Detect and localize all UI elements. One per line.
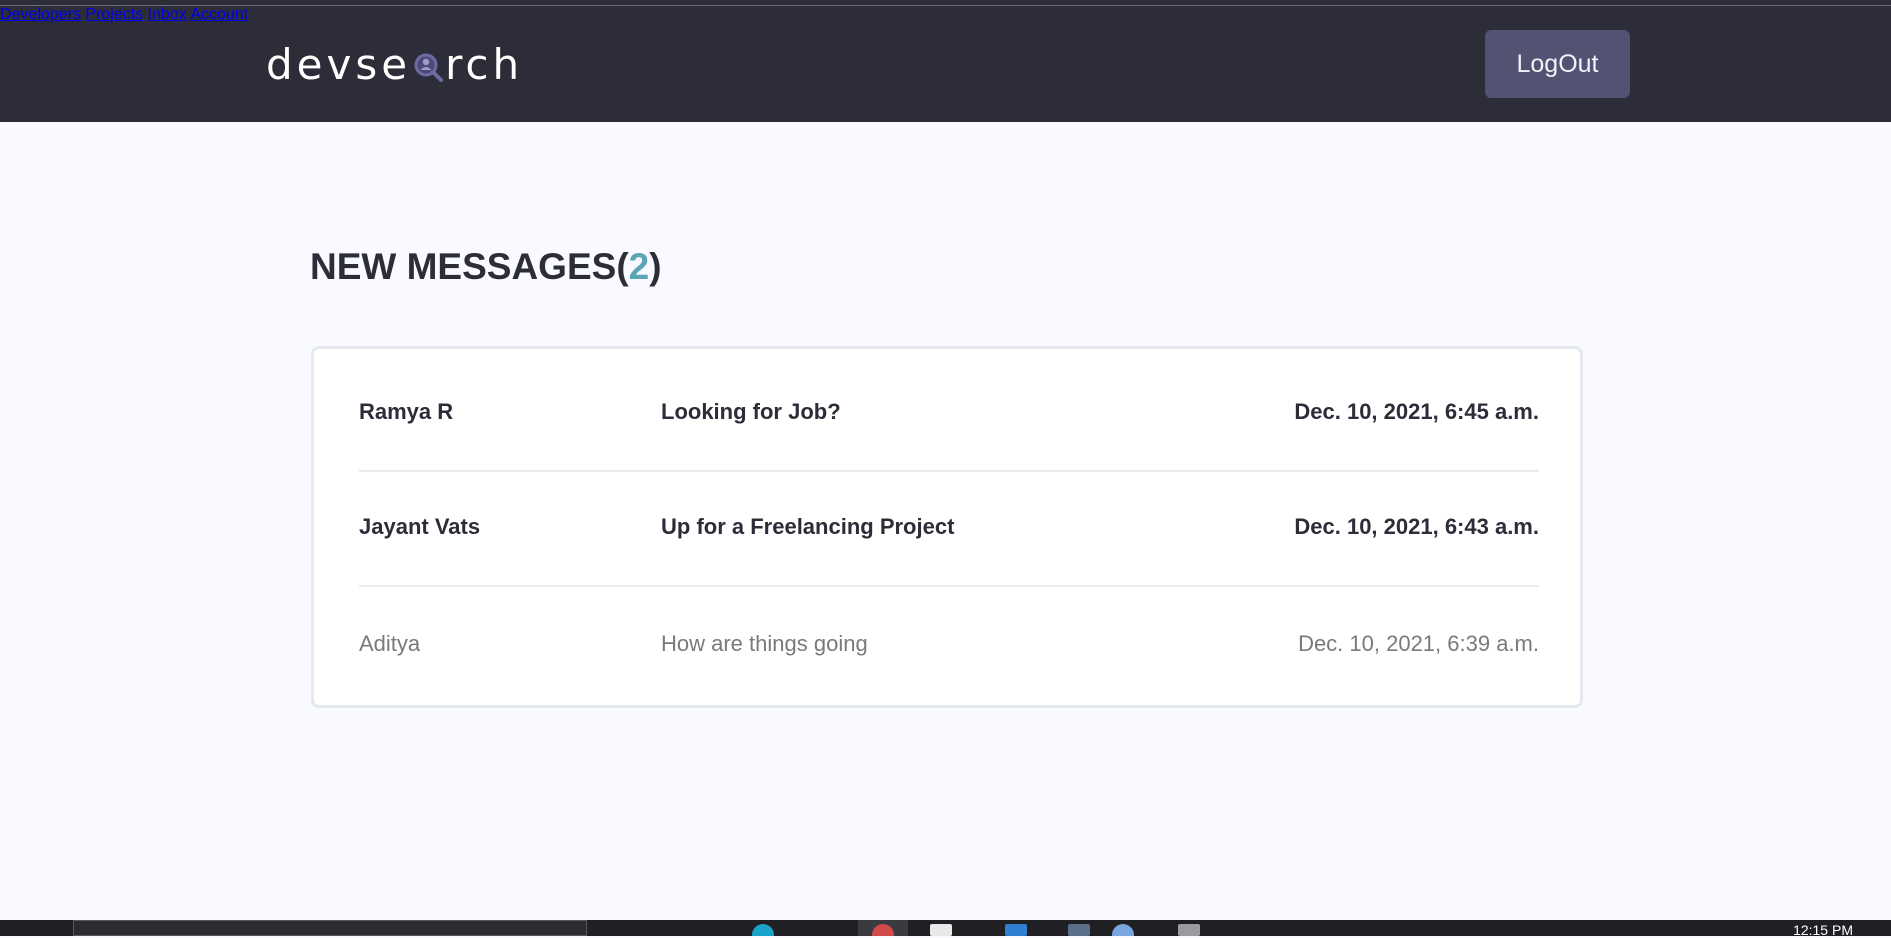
message-sender: Aditya [359,631,421,656]
explorer-icon[interactable] [1112,924,1134,936]
file-icon[interactable] [930,924,952,936]
page-title-label: NEW MESSAGES [310,246,617,287]
logout-button[interactable]: LogOut [1485,30,1630,98]
nav-projects[interactable]: Projects [85,6,143,23]
terminal-icon[interactable] [1068,924,1090,936]
taskbar-search-box[interactable] [73,920,587,936]
message-date: Dec. 10, 2021, 6:39 a.m. [1298,631,1539,656]
inbox-list: Ramya R Looking for Job? Dec. 10, 2021, … [311,346,1583,708]
magnifier-person-icon [414,53,444,82]
message-subject: Looking for Job? [661,399,841,424]
app-icon[interactable] [1178,924,1200,936]
message-date: Dec. 10, 2021, 6:45 a.m. [1294,399,1539,424]
message-sender: Ramya R [359,399,454,424]
message-subject: How are things going [661,631,868,656]
logo-text-start: devse [266,39,412,89]
count-open-paren: ( [616,246,629,287]
vscode-icon[interactable] [1005,924,1027,936]
count-close-paren: ) [649,246,662,287]
logo-text-end: rch [445,39,524,89]
nav-account[interactable]: Account [190,6,248,23]
edge-icon[interactable] [752,924,774,936]
new-messages-count: 2 [628,246,650,287]
nav-developers[interactable]: Developers [0,6,81,23]
message-date: Dec. 10, 2021, 6:43 a.m. [1294,514,1539,539]
message-row[interactable]: Jayant Vats Up for a Freelancing Project… [359,464,1539,579]
message-sender: Jayant Vats [359,514,481,539]
page-title: NEW MESSAGES(2) [310,246,662,288]
message-row[interactable]: Ramya R Looking for Job? Dec. 10, 2021, … [359,349,1539,464]
message-subject: Up for a Freelancing Project [661,514,955,539]
os-taskbar: 12:15 PM [0,920,1891,938]
devsearch-logo[interactable]: devse rch [266,36,523,92]
nav-inbox[interactable]: Inbox [148,6,187,23]
message-row[interactable]: Aditya How are things going Dec. 10, 202… [359,581,1539,696]
site-header: devse rch Developers Projects Inbox Acco… [0,6,1891,122]
